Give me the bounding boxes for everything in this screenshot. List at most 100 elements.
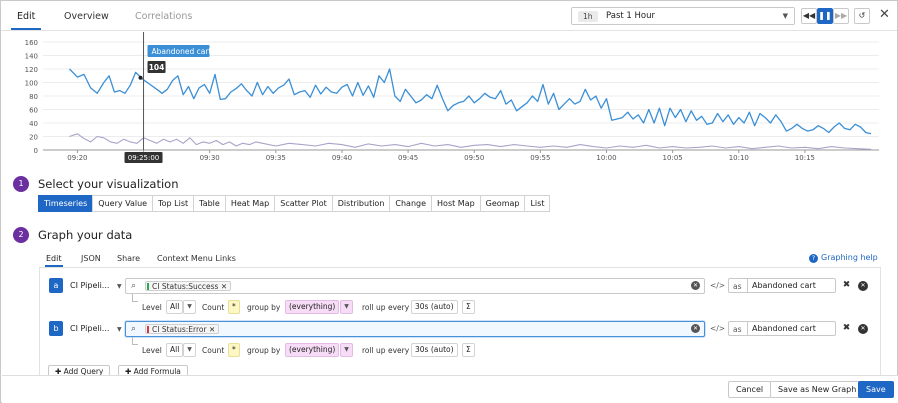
level-select[interactable]: All	[166, 343, 184, 357]
alias-input[interactable]: Abandoned cart	[747, 322, 835, 335]
close-icon[interactable]: ✕	[858, 324, 868, 334]
y-tick-label: 160	[25, 39, 38, 47]
chevron-down-icon: ▼	[117, 283, 122, 290]
editor-tab-context-menu-links[interactable]: Context Menu Links	[157, 254, 236, 263]
remove-filter-icon[interactable]: ✕	[221, 282, 227, 291]
close-icon[interactable]: ✕	[879, 8, 890, 22]
x-tick-label: 09:40	[332, 154, 352, 162]
remove-query-icon[interactable]: ✖	[841, 323, 852, 334]
level-select[interactable]: All	[166, 300, 184, 314]
count-label: Count	[202, 303, 225, 312]
y-tick-label: 40	[29, 120, 38, 128]
pause-icon[interactable]: ❚❚	[817, 8, 833, 24]
sigma-icon[interactable]: Σ	[462, 343, 475, 357]
step-1-badge: 1	[13, 176, 29, 192]
rewind-icon[interactable]: ◀◀	[801, 8, 817, 24]
filter-chip[interactable]: CI Status:Success ✕	[145, 281, 232, 291]
clear-icon[interactable]: ✕	[691, 281, 700, 290]
viz-option-table[interactable]: Table	[193, 195, 226, 212]
editor-tab-json[interactable]: JSON	[81, 254, 101, 263]
x-tick-label: 09:20	[67, 154, 87, 162]
section-title-graph: Graph your data	[38, 228, 133, 242]
group-by-select[interactable]: (everything)	[285, 300, 340, 314]
group-by-label: group by	[247, 303, 281, 312]
viz-option-list[interactable]: List	[524, 195, 551, 212]
tab-correlations: Correlations	[135, 11, 193, 22]
top-bar: Edit Overview Correlations 1h Past 1 Hou…	[1, 1, 897, 31]
viz-option-distribution[interactable]: Distribution	[331, 195, 391, 212]
alias-as-label: as	[733, 325, 742, 334]
level-label: Level	[142, 346, 162, 355]
alias-field[interactable]: as Abandoned cart	[728, 321, 836, 336]
save-as-new-graph-button[interactable]: Save as New Graph	[770, 381, 865, 398]
viz-option-timeseries[interactable]: Timeseries	[38, 195, 94, 212]
chevron-down-icon[interactable]: ▼	[340, 343, 353, 357]
filter-chip-label: CI Status:Error	[152, 325, 207, 334]
alias-field[interactable]: as Abandoned cart	[728, 278, 836, 293]
group-by-select[interactable]: (everything)	[285, 343, 340, 357]
sigma-icon[interactable]: Σ	[462, 300, 475, 314]
code-icon[interactable]: </>	[710, 281, 725, 290]
function-row: Level All ▼ Count * group by (everything…	[140, 343, 480, 359]
viz-option-geomap[interactable]: Geomap	[479, 195, 526, 212]
connector-line	[132, 294, 138, 302]
viz-option-heat-map[interactable]: Heat Map	[224, 195, 276, 212]
time-range-label: Past 1 Hour	[606, 11, 655, 21]
viz-option-change[interactable]: Change	[389, 195, 433, 212]
tab-overview[interactable]: Overview	[64, 11, 109, 22]
alias-as-label: as	[733, 282, 742, 291]
query-letter[interactable]: a	[49, 278, 63, 293]
graphing-help-link[interactable]: ? Graphing help	[809, 253, 878, 263]
x-tick-label: 09:35	[266, 154, 286, 162]
query-letter[interactable]: b	[49, 321, 63, 336]
remove-query-icon[interactable]: ✖	[841, 280, 852, 291]
reset-icon[interactable]: ↺	[854, 8, 870, 24]
remove-filter-icon[interactable]: ✕	[209, 325, 215, 334]
close-icon[interactable]: ✕	[858, 281, 868, 291]
chevron-down-icon: ▼	[782, 12, 788, 20]
editor-tab-share[interactable]: Share	[117, 254, 140, 263]
filter-chip[interactable]: CI Status:Error ✕	[145, 324, 220, 334]
chart-grid	[43, 41, 879, 151]
series-tooltip-label: Abandoned cart	[152, 47, 212, 56]
editor-tab-edit[interactable]: Edit	[46, 254, 62, 263]
query-search-input[interactable]: ⌕ CI Status:Error ✕ ✕	[125, 321, 705, 337]
time-range-selector[interactable]: 1h Past 1 Hour ▼	[571, 7, 795, 25]
chevron-down-icon[interactable]: ▼	[340, 300, 353, 314]
rollup-label: roll up every	[362, 303, 410, 312]
filter-chip-label: CI Status:Success	[152, 282, 219, 291]
y-tick-label: 60	[29, 107, 38, 115]
cancel-button[interactable]: Cancel	[728, 381, 772, 398]
query-search-input[interactable]: ⌕ CI Status:Success ✕ ✕	[125, 278, 705, 294]
connector-line	[132, 337, 138, 345]
section-title-visualization: Select your visualization	[38, 177, 179, 191]
value-tooltip-label: 104	[149, 63, 165, 72]
y-tick-label: 80	[29, 93, 38, 101]
clear-icon[interactable]: ✕	[691, 324, 700, 333]
viz-option-scatter-plot[interactable]: Scatter Plot	[274, 195, 333, 212]
viz-option-query-value[interactable]: Query Value	[92, 195, 154, 212]
viz-option-top-list[interactable]: Top List	[152, 195, 195, 212]
graphing-help-label: Graphing help	[821, 253, 878, 262]
fast-forward-icon[interactable]: ▶▶	[833, 8, 849, 24]
chevron-down-icon[interactable]: ▼	[183, 343, 196, 357]
x-tick-label: 09:30	[200, 154, 220, 162]
function-row: Level All ▼ Count * group by (everything…	[140, 300, 480, 316]
code-icon[interactable]: </>	[710, 324, 725, 333]
chevron-down-icon[interactable]: ▼	[183, 300, 196, 314]
save-button[interactable]: Save	[858, 381, 894, 398]
timeseries-chart[interactable]: 020406080100120140160 09:20 09:30 09:35 09:…	[1, 32, 897, 163]
viz-option-host-map[interactable]: Host Map	[431, 195, 481, 212]
chevron-down-icon: ▼	[117, 326, 122, 333]
rollup-select[interactable]: 30s (auto)	[411, 300, 458, 314]
search-icon: ⌕	[131, 281, 137, 291]
rollup-select[interactable]: 30s (auto)	[411, 343, 458, 357]
help-icon: ?	[809, 254, 818, 263]
x-tick-label: 09:50	[464, 154, 484, 162]
count-field-select[interactable]: *	[228, 343, 240, 357]
tab-edit[interactable]: Edit	[17, 11, 35, 22]
alias-input[interactable]: Abandoned cart	[747, 279, 835, 292]
series-line-abandoned-cart	[69, 68, 872, 135]
count-field-select[interactable]: *	[228, 300, 240, 314]
y-tick-label: 0	[34, 147, 38, 155]
